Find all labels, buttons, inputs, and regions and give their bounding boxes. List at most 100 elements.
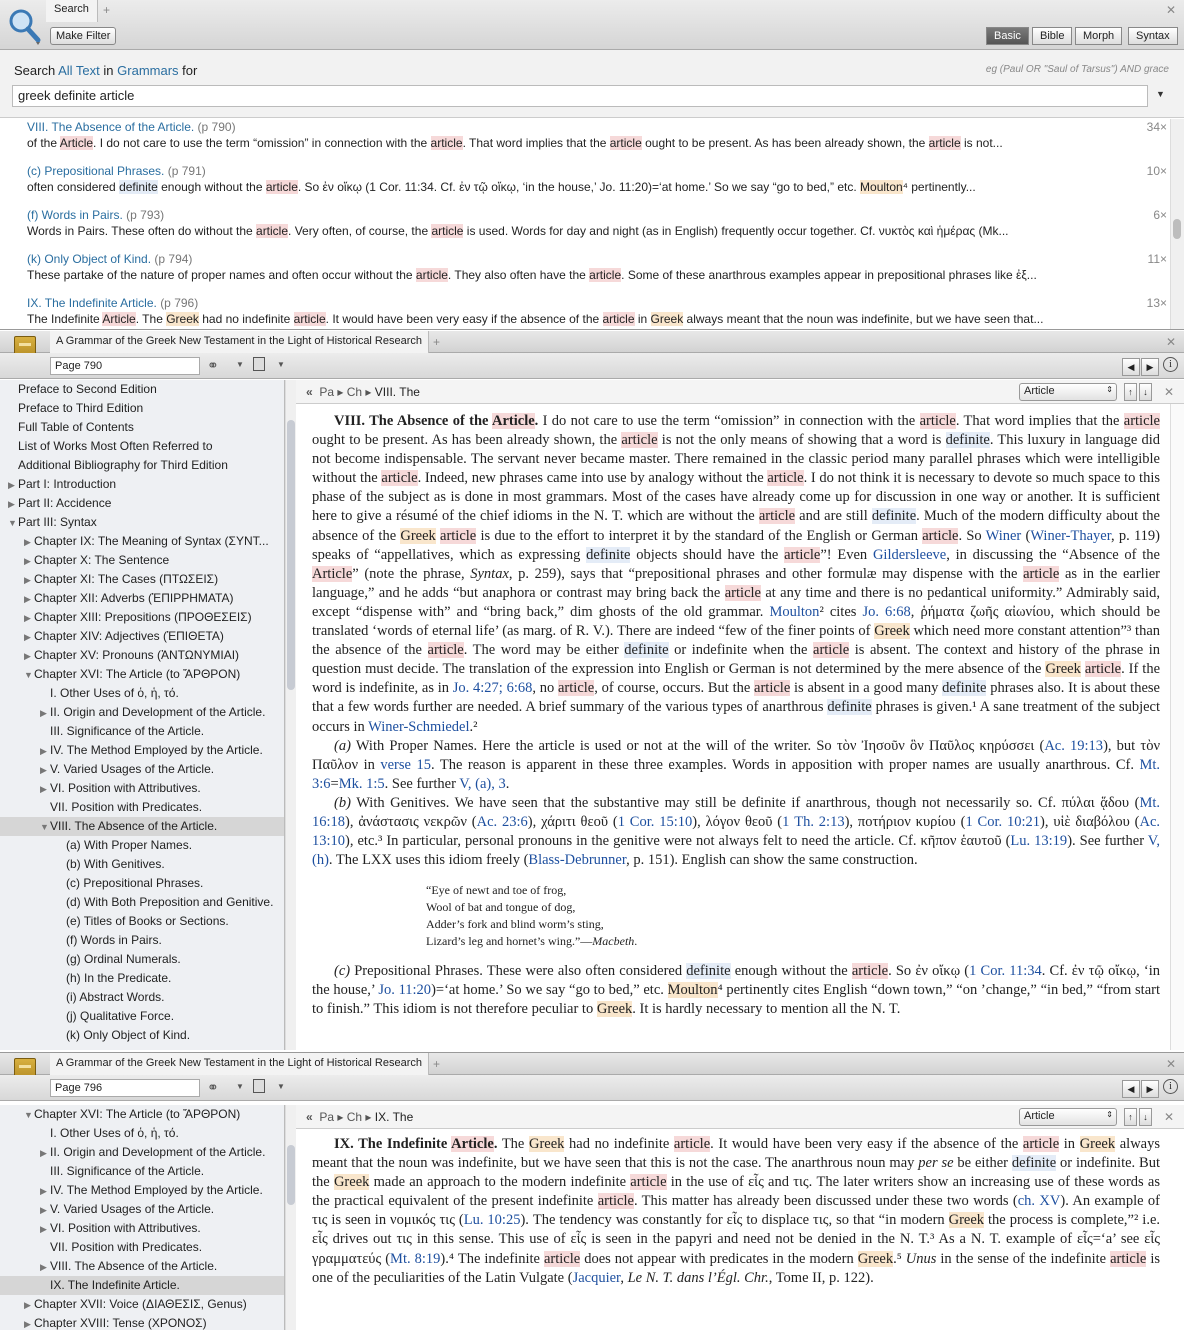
disclosure-closed-icon[interactable]: ▶ <box>40 761 50 779</box>
disclosure-closed-icon[interactable]: ▶ <box>40 780 50 798</box>
toc-item[interactable]: (e) Titles of Books or Sections. <box>0 912 284 931</box>
toc-item[interactable]: ▼Chapter XVI: The Article (to ἌΡΘΡΟΝ) <box>0 1105 284 1124</box>
toc-item[interactable]: ▶ Chapter XII: Adverbs (ἘΠΙΡΡΗΜΑΤΑ) <box>0 589 284 608</box>
book1-new-tab-icon[interactable]: + <box>433 335 440 349</box>
toc-item[interactable]: ▶ IV. The Method Employed by the Article. <box>0 741 284 760</box>
book1-reader-scrollbar[interactable] <box>1170 404 1184 1050</box>
book1-search-select[interactable]: Article ⇕ <box>1019 383 1117 401</box>
mode-basic-tab[interactable]: Basic <box>986 27 1029 45</box>
book1-breadcrumb[interactable]: « Pa ▸ Ch ▸ VIII. The <box>306 385 420 399</box>
results-scrollbar[interactable] <box>1170 119 1184 329</box>
results-scroll-thumb[interactable] <box>1173 219 1181 239</box>
back-button[interactable]: ◀ <box>1122 1080 1140 1098</box>
toc-item[interactable]: IX. The Indefinite Article. <box>0 1276 284 1295</box>
search-result[interactable]: (f) Words in Pairs. (p 793) Words in Pai… <box>27 208 1167 238</box>
toc-item[interactable]: Preface to Third Edition <box>0 399 284 418</box>
search-result[interactable]: IX. The Indefinite Article. (p 796) The … <box>27 296 1167 326</box>
result-snippet[interactable]: often considered definite enough without… <box>27 180 1157 194</box>
disclosure-closed-icon[interactable]: ▶ <box>24 1315 34 1330</box>
toc-item[interactable]: ▶ IV. The Method Employed by the Article. <box>0 1181 284 1200</box>
info-icon[interactable]: i <box>1163 357 1178 372</box>
result-title[interactable]: (k) Only Object of Kind. (p 794) <box>27 252 1157 266</box>
book1-toc-scrollbar[interactable] <box>285 380 296 1050</box>
toc-item[interactable]: ▶ VI. Position with Attributives. <box>0 1219 284 1238</box>
mode-morph-tab[interactable]: Morph <box>1075 27 1123 45</box>
toc-item[interactable]: Full Table of Contents <box>0 418 284 437</box>
book2-search-select[interactable]: Article ⇕ <box>1019 1108 1117 1126</box>
toc-item[interactable]: ▶ V. Varied Usages of the Article. <box>0 1200 284 1219</box>
result-snippet[interactable]: of the Article. I do not care to use the… <box>27 136 1157 150</box>
toc-item[interactable]: (k) Only Object of Kind. <box>0 1026 284 1045</box>
toc-item[interactable]: ▶ II. Origin and Development of the Artic… <box>0 703 284 722</box>
toc-item[interactable]: ▶ Chapter XVII: Voice (ΔΙΑΘΕΣΙΣ, Genus) <box>0 1295 284 1314</box>
toc-item[interactable]: ▶ Chapter XV: Pronouns (ἈΝΤΩΝΥΜΙΑΙ) <box>0 646 284 665</box>
panel-layout-icon[interactable] <box>253 357 265 371</box>
book2-page-field[interactable]: Page 796 <box>50 1079 200 1097</box>
book2-breadcrumb[interactable]: « Pa ▸ Ch ▸ IX. The <box>306 1110 413 1124</box>
parallel-resources-icon[interactable]: ⚭ <box>207 1079 219 1096</box>
history-dropdown-icon[interactable]: ▼ <box>1156 89 1165 99</box>
toc-item[interactable]: (b) With Genitives. <box>0 855 284 874</box>
toc-item[interactable]: ▶ II. Origin and Development of the Artic… <box>0 1143 284 1162</box>
toc-item[interactable]: (c) Prepositional Phrases. <box>0 874 284 893</box>
toc-item[interactable]: III. Significance of the Article. <box>0 1162 284 1181</box>
toc-item[interactable]: Additional Bibliography for Third Editio… <box>0 456 284 475</box>
disclosure-closed-icon[interactable]: ▶ <box>24 609 34 627</box>
parallel-dropdown-icon[interactable]: ▼ <box>236 1082 244 1091</box>
toc-item[interactable]: ▶ Chapter X: The Sentence <box>0 551 284 570</box>
result-snippet[interactable]: The Indefinite Article. The Greek had no… <box>27 312 1157 326</box>
toc-item[interactable]: ▶ VIII. The Absence of the Article. <box>0 1257 284 1276</box>
tab-search[interactable]: Search <box>46 0 98 22</box>
toc-item[interactable]: ▶ Chapter XI: The Cases (ΠΤΩΣΕΙΣ) <box>0 570 284 589</box>
book2-close-icon[interactable]: ✕ <box>1166 1057 1176 1071</box>
toc-item[interactable]: I. Other Uses of ὁ, ἡ, τό. <box>0 1124 284 1143</box>
toc-item[interactable]: Preface to Second Edition <box>0 380 284 399</box>
mode-syntax-tab[interactable]: Syntax <box>1128 27 1178 45</box>
book2-new-tab-icon[interactable]: + <box>433 1057 440 1071</box>
result-title[interactable]: (c) Prepositional Phrases. (p 791) <box>27 164 1157 178</box>
disclosure-closed-icon[interactable]: ▶ <box>24 533 34 551</box>
disclosure-closed-icon[interactable]: ▶ <box>24 628 34 646</box>
toc-item[interactable]: III. Significance of the Article. <box>0 722 284 741</box>
forward-button[interactable]: ▶ <box>1141 1080 1159 1098</box>
toc-item[interactable]: ▶ V. Varied Usages of the Article. <box>0 760 284 779</box>
parallel-dropdown-icon[interactable]: ▼ <box>236 360 244 369</box>
close-icon[interactable]: ✕ <box>1166 3 1176 17</box>
search-result[interactable]: (c) Prepositional Phrases. (p 791) often… <box>27 164 1167 194</box>
disclosure-closed-icon[interactable]: ▶ <box>40 1220 50 1238</box>
disclosure-closed-icon[interactable]: ▶ <box>40 1258 50 1276</box>
toc-item[interactable]: ▼VIII. The Absence of the Article. <box>0 817 284 836</box>
book1-page-field[interactable]: Page 790 <box>50 357 200 375</box>
book2-toc-scrollbar[interactable] <box>285 1105 296 1330</box>
parallel-resources-icon[interactable]: ⚭ <box>207 357 219 374</box>
disclosure-closed-icon[interactable]: ▶ <box>40 704 50 722</box>
layout-dropdown-icon[interactable]: ▼ <box>277 1082 285 1091</box>
disclosure-closed-icon[interactable]: ▶ <box>24 552 34 570</box>
toc-item[interactable]: (g) Ordinal Numerals. <box>0 950 284 969</box>
mode-bible-tab[interactable]: Bible <box>1032 27 1073 45</box>
disclosure-closed-icon[interactable]: ▶ <box>40 742 50 760</box>
disclosure-closed-icon[interactable]: ▶ <box>8 495 18 513</box>
toc-item[interactable]: I. Other Uses of ὁ, ἡ, τό. <box>0 684 284 703</box>
disclosure-open-icon[interactable]: ▼ <box>40 818 50 836</box>
panel-layout-icon[interactable] <box>253 1079 265 1093</box>
result-title[interactable]: IX. The Indefinite Article. (p 796) <box>27 296 1157 310</box>
book1-next-hit-button[interactable]: ↓ <box>1139 383 1152 401</box>
search-result[interactable]: VIII. The Absence of the Article. (p 790… <box>27 120 1167 150</box>
toc-item[interactable]: ▶ Chapter IX: The Meaning of Syntax (ΣΥΝΤ… <box>0 532 284 551</box>
disclosure-open-icon[interactable]: ▼ <box>24 666 34 684</box>
toc-item[interactable]: ▼Chapter XVI: The Article (to ἌΡΘΡΟΝ) <box>0 665 284 684</box>
info-icon[interactable]: i <box>1163 1079 1178 1094</box>
disclosure-closed-icon[interactable]: ▶ <box>40 1144 50 1162</box>
book1-toc-scroll-thumb[interactable] <box>287 420 295 690</box>
toc-item[interactable]: ▼Part III: Syntax <box>0 513 284 532</box>
toc-item[interactable]: (a) With Proper Names. <box>0 836 284 855</box>
disclosure-closed-icon[interactable]: ▶ <box>24 1296 34 1314</box>
search-input[interactable]: greek definite article <box>12 85 1148 107</box>
result-snippet[interactable]: These partake of the nature of proper na… <box>27 268 1157 282</box>
toc-item[interactable]: ▶ Chapter XIV: Adjectives (ἘΠΙΘΕΤΑ) <box>0 627 284 646</box>
book2-toc-scroll-thumb[interactable] <box>287 1145 295 1205</box>
toc-item[interactable]: (j) Qualitative Force. <box>0 1007 284 1026</box>
toc-item[interactable]: ▶ Chapter XVIII: Tense (ΧΡΟΝΟΣ) <box>0 1314 284 1330</box>
disclosure-closed-icon[interactable]: ▶ <box>24 647 34 665</box>
